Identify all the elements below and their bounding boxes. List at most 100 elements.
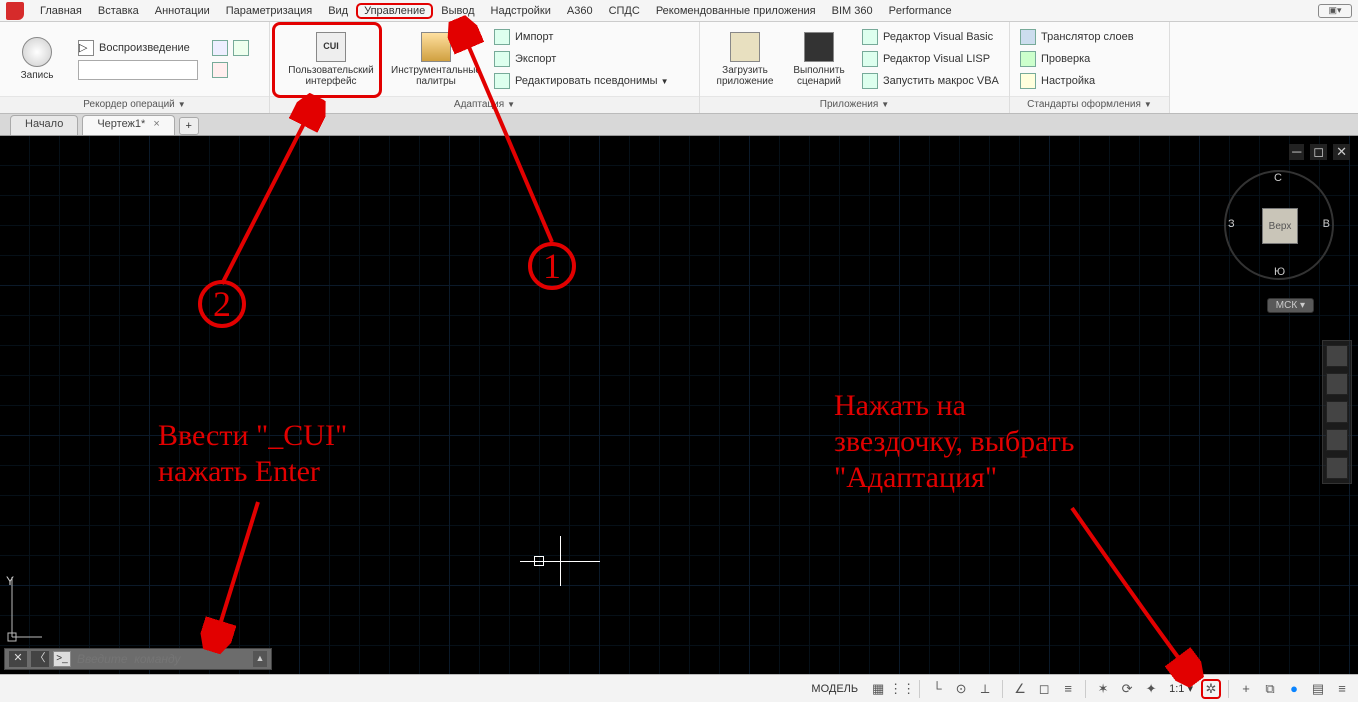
workspace-switch-icon[interactable]: +	[1236, 679, 1256, 699]
isodraft-toggle-icon[interactable]: ⟂	[975, 679, 995, 699]
recorder-opt2-icon[interactable]	[233, 40, 249, 56]
command-prompt-icon[interactable]: >_	[53, 651, 71, 667]
ucs-dropdown[interactable]: МСК ▾	[1267, 298, 1314, 313]
load-app-label: Загрузить приложение	[708, 65, 782, 87]
ortho-toggle-icon[interactable]: └	[927, 679, 947, 699]
recorder-opt3-icon[interactable]	[212, 62, 228, 78]
palettes-label: Инструментальные палитры	[388, 65, 484, 87]
check-button[interactable]: Проверка	[1016, 48, 1138, 70]
status-bar: МОДЕЛЬ ▦ ⋮⋮ └ ⊙ ⟂ ∠ ◻ ≡ ✶ ⟳ ✦ 1:1 ▾ ✲ + …	[0, 674, 1358, 702]
menu-addins[interactable]: Надстройки	[483, 3, 559, 19]
menu-featured[interactable]: Рекомендованные приложения	[648, 3, 824, 19]
aliases-icon	[494, 73, 510, 89]
viewcube-east[interactable]: В	[1323, 218, 1330, 230]
command-input[interactable]	[77, 652, 247, 666]
crosshair-cursor	[520, 536, 600, 586]
import-icon	[494, 29, 510, 45]
run-macro-button[interactable]: Запустить макрос VBA	[858, 70, 1003, 92]
menu-parametric[interactable]: Параметризация	[218, 3, 320, 19]
snap-toggle-icon[interactable]: ⋮⋮	[892, 679, 912, 699]
osnap-toggle-icon[interactable]: ∠	[1010, 679, 1030, 699]
app-icon[interactable]	[6, 2, 24, 20]
standards-settings-button[interactable]: Настройка	[1016, 70, 1138, 92]
lisp-editor-button[interactable]: Редактор Visual LISP	[858, 48, 1003, 70]
nav-zoom-icon[interactable]	[1326, 401, 1348, 423]
clean-screen-icon[interactable]: ≡	[1332, 679, 1352, 699]
tool-palettes-button[interactable]: Инструментальные палитры	[386, 29, 486, 89]
panel-title-recorder[interactable]: Рекордер операций▼	[0, 96, 269, 113]
lisp-editor-icon	[862, 51, 878, 67]
record-button[interactable]: Запись	[6, 29, 68, 89]
menu-home[interactable]: Главная	[32, 3, 90, 19]
menu-annotations[interactable]: Аннотации	[147, 3, 218, 19]
play-icon: ▷	[78, 40, 94, 56]
aliases-button[interactable]: Редактировать псевдонимы ▼	[490, 70, 672, 92]
nav-pan-icon[interactable]	[1326, 373, 1348, 395]
layer-translator-button[interactable]: Транслятор слоев	[1016, 26, 1138, 48]
command-dropdown-icon[interactable]: ▲	[253, 651, 267, 667]
viewcube-north[interactable]: С	[1274, 172, 1282, 184]
polar-toggle-icon[interactable]: ⊙	[951, 679, 971, 699]
command-close-icon[interactable]: ✕	[9, 651, 27, 667]
tab-start[interactable]: Начало	[10, 115, 78, 135]
viewport-maximize-icon[interactable]: ◻	[1310, 144, 1327, 160]
menu-bim360[interactable]: BIM 360	[824, 3, 881, 19]
panel-applications: Загрузить приложение Выполнить сценарий …	[700, 22, 1010, 113]
record-label: Запись	[21, 70, 54, 81]
status-model-toggle[interactable]: МОДЕЛЬ	[811, 683, 858, 695]
panel-title-adaptation[interactable]: Адаптация▼	[270, 96, 699, 113]
grid-toggle-icon[interactable]: ▦	[868, 679, 888, 699]
ribbon: Запись ▷ Воспроизведение Рекордер операц…	[0, 22, 1358, 114]
close-tab-icon[interactable]: ×	[153, 118, 159, 130]
viewcube-face[interactable]: Верх	[1262, 208, 1298, 244]
recorder-opt1-icon[interactable]	[212, 40, 228, 56]
play-button[interactable]: ▷ Воспроизведение	[74, 37, 202, 59]
action-name-dropdown[interactable]	[78, 60, 198, 80]
export-button[interactable]: Экспорт	[490, 48, 672, 70]
cui-button[interactable]: CUI Пользовательский интерфейс	[276, 29, 386, 89]
nav-wheel-icon[interactable]	[1326, 345, 1348, 367]
transparency-toggle-icon[interactable]: ✶	[1093, 679, 1113, 699]
lineweight-toggle-icon[interactable]: ≡	[1058, 679, 1078, 699]
viewport-minimize-icon[interactable]: ─	[1289, 144, 1304, 160]
menu-output[interactable]: Вывод	[433, 3, 482, 19]
nav-orbit-icon[interactable]	[1326, 429, 1348, 451]
tab-drawing[interactable]: Чертеж1*×	[82, 115, 174, 135]
import-button[interactable]: Импорт	[490, 26, 672, 48]
command-line: ✕ 〈 >_ ▲	[4, 648, 272, 670]
menu-a360[interactable]: A360	[559, 3, 601, 19]
otrack-toggle-icon[interactable]: ◻	[1034, 679, 1054, 699]
menu-view[interactable]: Вид	[320, 3, 356, 19]
palettes-icon	[421, 32, 451, 62]
panel-title-standards[interactable]: Стандарты оформления▼	[1010, 96, 1169, 113]
menu-performance[interactable]: Performance	[881, 3, 960, 19]
hardware-accel-icon[interactable]: ●	[1284, 679, 1304, 699]
customization-gear-icon[interactable]: ✲	[1201, 679, 1221, 699]
new-tab-button[interactable]: +	[179, 117, 199, 135]
panel-title-applications[interactable]: Приложения▼	[700, 96, 1009, 113]
annotation-monitor-icon[interactable]: ⧉	[1260, 679, 1280, 699]
command-recent-icon[interactable]: 〈	[31, 651, 49, 667]
annotation-scale[interactable]: 1:1 ▾	[1165, 682, 1197, 695]
3dosnap-toggle-icon[interactable]: ✦	[1141, 679, 1161, 699]
isolate-objects-icon[interactable]: ▤	[1308, 679, 1328, 699]
view-cube[interactable]: Верх С Ю В З	[1224, 170, 1334, 280]
run-script-icon	[804, 32, 834, 62]
panel-cycling-icon[interactable]: ▣▾	[1318, 4, 1352, 18]
viewport-window-controls: ─ ◻ ✕	[1289, 144, 1350, 160]
menu-spds[interactable]: СПДС	[601, 3, 648, 19]
viewcube-west[interactable]: З	[1228, 218, 1235, 230]
play-label: Воспроизведение	[99, 42, 190, 54]
panel-standards: Транслятор слоев Проверка Настройка Стан…	[1010, 22, 1170, 113]
vba-editor-button[interactable]: Редактор Visual Basic	[858, 26, 1003, 48]
run-script-button[interactable]: Выполнить сценарий	[784, 29, 854, 89]
viewcube-south[interactable]: Ю	[1274, 266, 1285, 278]
drawing-area[interactable]	[0, 136, 1358, 674]
menu-manage[interactable]: Управление	[356, 3, 433, 19]
run-macro-icon	[862, 73, 878, 89]
load-app-button[interactable]: Загрузить приложение	[706, 29, 784, 89]
cycle-toggle-icon[interactable]: ⟳	[1117, 679, 1137, 699]
viewport-close-icon[interactable]: ✕	[1333, 144, 1350, 160]
menu-insert[interactable]: Вставка	[90, 3, 147, 19]
nav-showmotion-icon[interactable]	[1326, 457, 1348, 479]
